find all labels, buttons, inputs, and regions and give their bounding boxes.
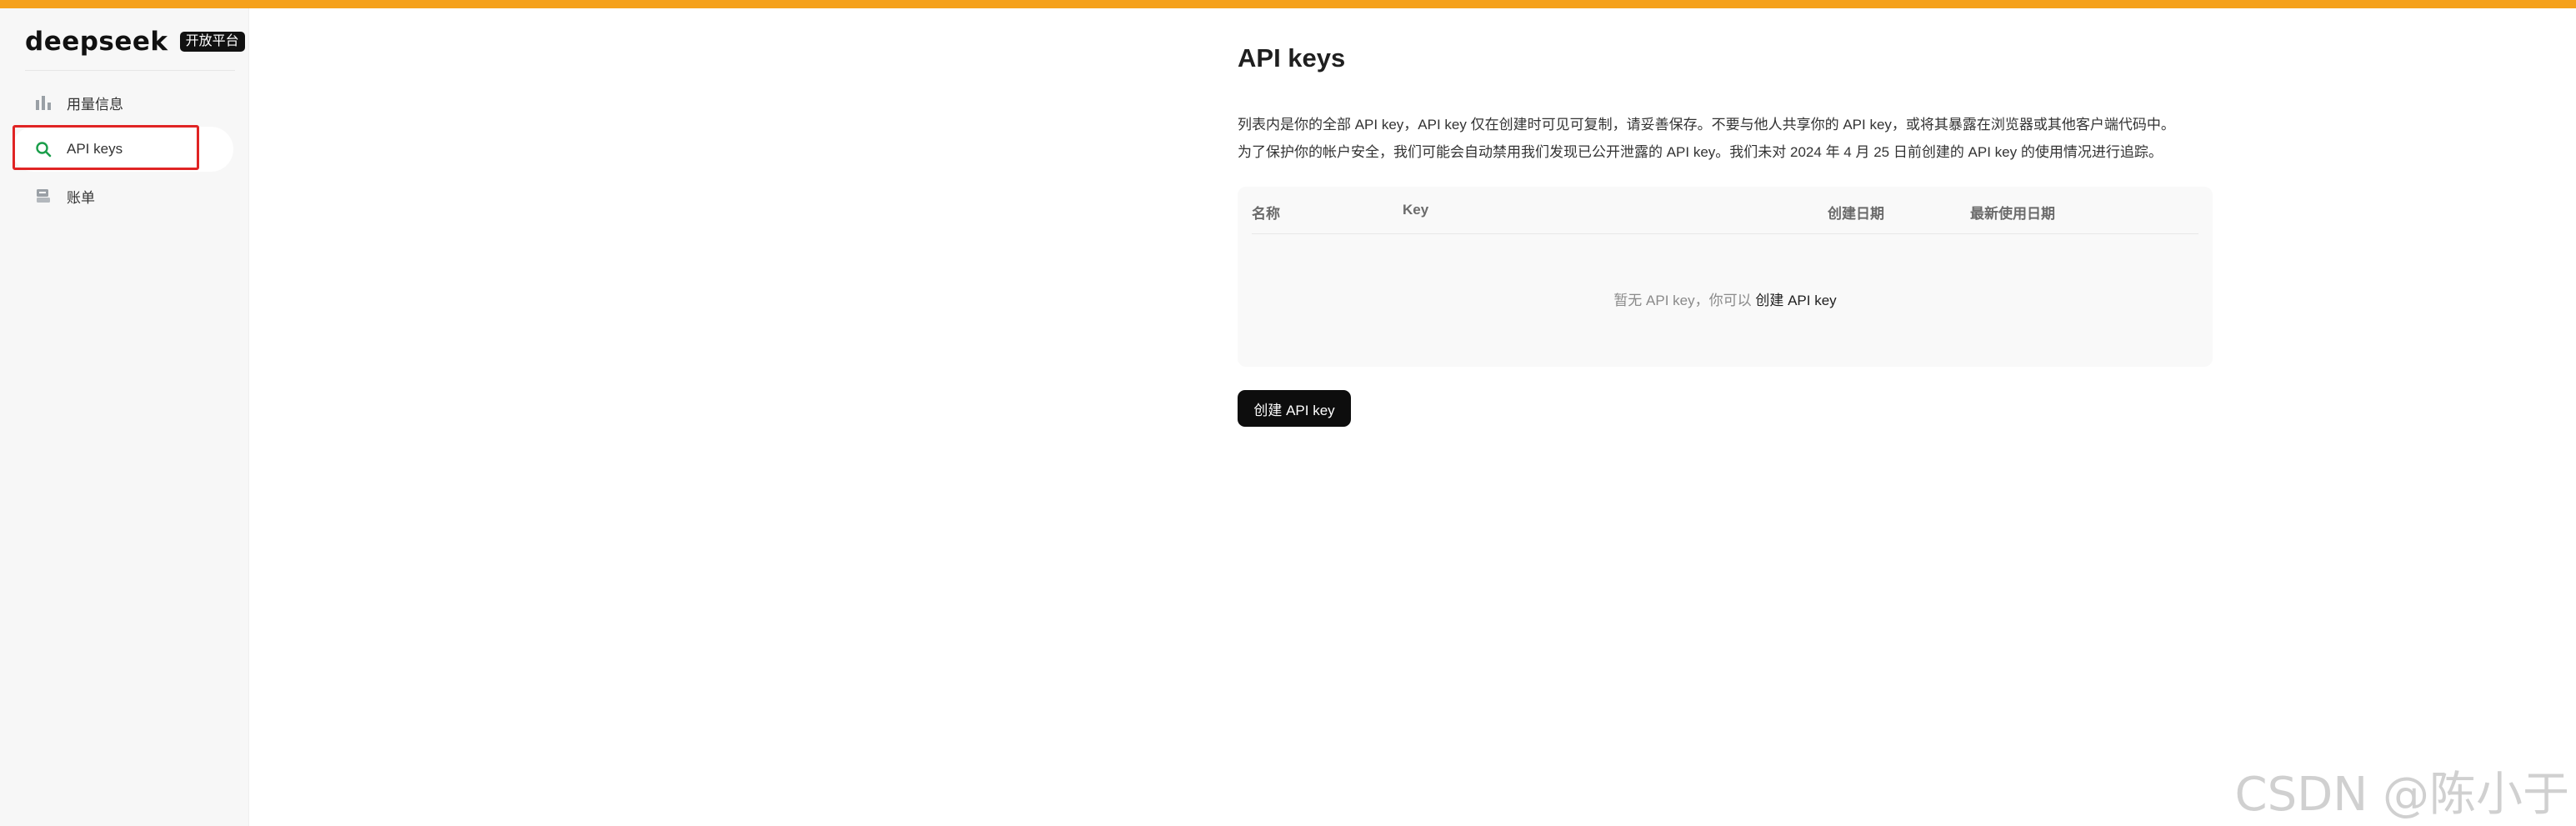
sidebar-item-label: API keys <box>67 141 123 157</box>
empty-state: 暂无 API key，你可以 创建 API key <box>1238 288 2213 309</box>
page-title: API keys <box>1238 43 1346 73</box>
column-header-created-date: 创建日期 <box>1828 206 1884 222</box>
page-description: 列表内是你的全部 API key，API key 仅在创建时可见可复制，请妥善保… <box>1238 111 2238 166</box>
sidebar-item-label: 账单 <box>67 189 95 206</box>
column-header-key: Key <box>1403 202 1429 218</box>
sidebar-item-usage[interactable]: 用量信息 <box>12 80 233 125</box>
brand-logo: deepseek <box>25 27 168 57</box>
watermark: CSDN @陈小于 <box>2234 768 2569 822</box>
api-keys-table: 名称 Key 创建日期 最新使用日期 暂无 API key，你可以 创建 API… <box>1238 187 2213 367</box>
sidebar-item-label: 用量信息 <box>67 96 123 113</box>
column-header-name: 名称 <box>1252 206 1280 222</box>
brand-badge: 开放平台 <box>179 32 245 52</box>
brand[interactable]: deepseek 开放平台 <box>25 25 245 58</box>
create-api-key-button[interactable]: 创建 API key <box>1238 390 1351 427</box>
empty-state-text: 暂无 API key，你可以 <box>1613 293 1752 308</box>
description-line: 为了保护你的帐户安全，我们可能会自动禁用我们发现已公开泄露的 API key。我… <box>1238 144 2163 160</box>
sidebar-item-billing[interactable]: 账单 <box>12 173 233 218</box>
top-accent-bar <box>0 0 2576 8</box>
sidebar-divider <box>25 70 235 71</box>
description-line: 列表内是你的全部 API key，API key 仅在创建时可见可复制，请妥善保… <box>1238 117 2175 133</box>
bill-icon <box>35 188 52 204</box>
sidebar-item-api-keys[interactable]: API keys <box>12 127 233 172</box>
table-header-divider <box>1252 233 2198 234</box>
create-api-key-link[interactable]: 创建 API key <box>1755 293 1836 308</box>
bar-chart-icon <box>35 94 52 111</box>
column-header-last-used-date: 最新使用日期 <box>1970 206 2055 222</box>
search-icon <box>35 141 52 158</box>
